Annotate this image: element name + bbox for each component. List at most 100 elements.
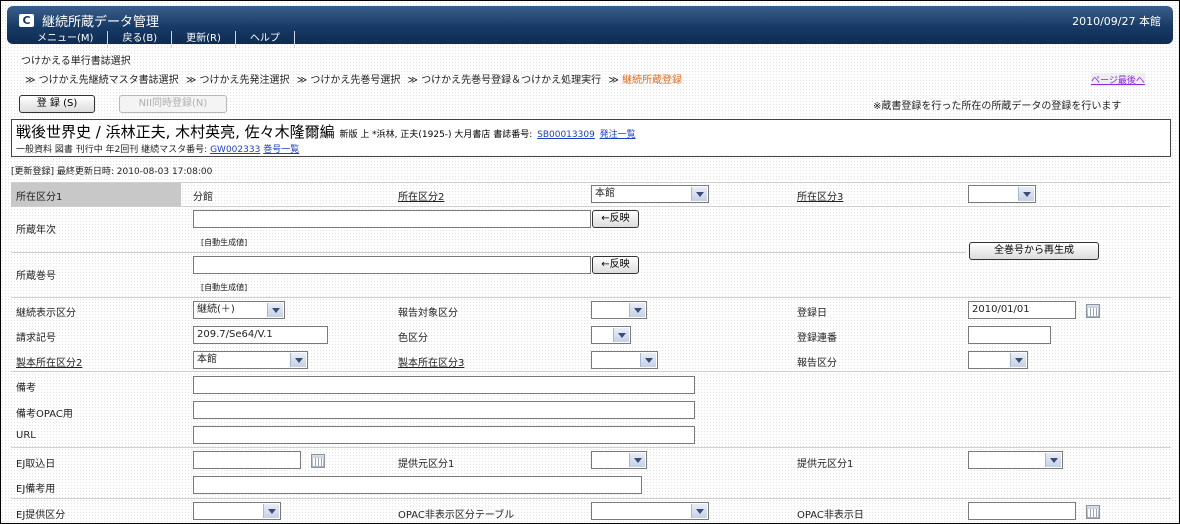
title-bar: C 継続所蔵データ管理 2010/09/27 本館 メニュー(M) 戻る(B) … — [7, 6, 1173, 48]
url-input[interactable] — [193, 426, 695, 444]
year-label: 所蔵年次 — [16, 225, 56, 236]
call-no-label: 請求記号 — [16, 333, 56, 344]
location1-label: 所在区分1 — [16, 192, 63, 203]
bib-title: 戦後世界史 / 浜林正夫, 木村英亮, 佐々木隆爾編 — [16, 123, 335, 141]
order-list-link[interactable]: 発注一覧 — [600, 130, 636, 140]
reg-serial-input[interactable] — [968, 326, 1051, 344]
menu-item-update[interactable]: 更新(R) — [172, 31, 236, 48]
reg-serial-label: 登録連番 — [797, 333, 837, 344]
url-label: URL — [16, 430, 36, 441]
location3-select[interactable] — [968, 185, 1036, 203]
ej-note-input[interactable] — [193, 476, 642, 494]
call-no-input[interactable]: 209.7/Se64/V.1 — [193, 326, 328, 344]
volume-auto-note: [自動生成値] — [201, 283, 248, 292]
calendar-icon[interactable] — [1086, 304, 1100, 318]
provider1b-select[interactable] — [968, 451, 1063, 469]
chevron-down-icon — [691, 187, 707, 201]
provider1-label: 提供元区分1 — [398, 459, 455, 470]
bib-title-line: 戦後世界史 / 浜林正夫, 木村英亮, 佐々木隆爾編 新版 上 *浜林, 正夫(… — [16, 121, 636, 142]
regen-button[interactable]: 全巻号から再生成 — [969, 242, 1099, 260]
chevron-down-icon — [629, 453, 645, 467]
location2-selected: 本館 — [595, 188, 615, 199]
breadcrumb-item-order[interactable]: つけかえ先発注選択 — [200, 75, 290, 86]
chevron-down-icon — [290, 353, 306, 367]
volume-reflect-button[interactable]: ←反映 — [592, 256, 639, 274]
chevron-down-icon — [1045, 453, 1061, 467]
chevron-down-icon — [263, 504, 279, 518]
provider1-select[interactable] — [591, 451, 647, 469]
location3-label[interactable]: 所在区分3 — [797, 188, 843, 203]
chevron-down-icon — [640, 353, 656, 367]
chevron-down-icon — [1010, 353, 1026, 367]
year-reflect-button[interactable]: ←反映 — [592, 210, 639, 228]
year-auto-note: [自動生成値] — [201, 238, 248, 247]
update-info: [更新登録] 最終更新日時: 2010-08-03 17:08:00 — [11, 167, 213, 177]
menu-item-menu[interactable]: メニュー(M) — [13, 31, 109, 48]
reg-date-input[interactable]: 2010/01/01 — [968, 301, 1076, 319]
ej-provide-label: EJ提供区分 — [16, 510, 66, 521]
bind-loc2-label[interactable]: 製本所在区分2 — [16, 354, 82, 369]
bind-loc3-select[interactable] — [591, 351, 658, 369]
note-opac-input[interactable] — [193, 401, 695, 419]
menu-bar: メニュー(M) 戻る(B) 更新(R) ヘルプ — [13, 31, 295, 48]
location2-select[interactable]: 本館 — [591, 185, 709, 203]
provider1b-label: 提供元区分1 — [797, 459, 854, 470]
note-label: 備考 — [16, 383, 36, 394]
color-select[interactable] — [591, 326, 631, 344]
report-select[interactable] — [968, 351, 1028, 369]
volume-input[interactable] — [193, 256, 591, 274]
bind-loc2-selected: 本館 — [197, 354, 217, 365]
ej-date-label: EJ取込日 — [16, 459, 56, 470]
ej-date-input[interactable] — [193, 451, 301, 469]
year-input[interactable] — [193, 210, 591, 228]
breadcrumb-sep: ≫ — [407, 75, 418, 86]
opac-hide-table-label: OPAC非表示区分テーブル — [398, 510, 515, 521]
bib-no-link[interactable]: SB00013309 — [537, 130, 595, 140]
reg-date-label: 登録日 — [797, 308, 827, 319]
row-divider — [11, 206, 1171, 207]
page-last-link[interactable]: ページ最後へ — [1091, 73, 1145, 86]
chevron-down-icon — [629, 303, 645, 317]
calendar-icon[interactable] — [1086, 505, 1100, 519]
opac-hide-date-input[interactable] — [968, 502, 1076, 520]
volume-label: 所蔵巻号 — [16, 271, 56, 282]
report-target-select[interactable] — [591, 301, 647, 319]
menu-item-back[interactable]: 戻る(B) — [108, 31, 173, 48]
ej-provide-select[interactable] — [193, 502, 281, 520]
app-logo-icon: C — [19, 14, 34, 27]
display-select[interactable]: 継続(＋) — [193, 301, 285, 319]
chevron-down-icon — [267, 303, 283, 317]
bind-loc3-label[interactable]: 製本所在区分3 — [398, 354, 464, 369]
breadcrumb-sep: ≫ — [296, 75, 308, 86]
calendar-icon[interactable] — [311, 454, 325, 468]
master-no-link[interactable]: GW002333 — [210, 145, 260, 155]
location1-value: 分館 — [193, 192, 213, 203]
row-divider — [11, 297, 1171, 298]
bind-loc2-select[interactable]: 本館 — [193, 351, 308, 369]
register-button[interactable]: 登 録 (S) — [19, 95, 95, 113]
breadcrumb-current: 継続所蔵登録 — [622, 75, 683, 86]
bib-info-box: 戦後世界史 / 浜林正夫, 木村英亮, 佐々木隆爾編 新版 上 *浜林, 正夫(… — [11, 119, 1171, 157]
breadcrumb-sep: ≫ — [608, 75, 619, 86]
breadcrumb-item-volume[interactable]: つけかえ先巻号選択 — [310, 75, 400, 86]
breadcrumb-item-master[interactable]: つけかえ先継続マスタ書誌選択 — [39, 75, 179, 86]
display-selected: 継続(＋) — [197, 304, 235, 315]
note-opac-label: 備考OPAC用 — [16, 409, 73, 420]
nii-register-button[interactable]: NII同時登録(N) — [119, 95, 227, 113]
location2-label[interactable]: 所在区分2 — [398, 188, 444, 203]
app-title: 継続所蔵データ管理 — [42, 15, 160, 30]
breadcrumb-item-register[interactable]: つけかえ先巻号登録＆つけかえ処理実行 — [421, 75, 601, 86]
report-label: 報告区分 — [797, 358, 837, 369]
ej-note-label: EJ備考用 — [16, 484, 56, 495]
bib-line2: 一般資料 図書 刊行中 年2回刊 継続マスタ番号: GW002333 巻号一覧 — [16, 142, 299, 155]
chevron-down-icon — [613, 328, 629, 342]
opac-hide-table-select[interactable] — [591, 502, 709, 520]
row-divider — [11, 498, 1171, 499]
volume-list-link[interactable]: 巻号一覧 — [263, 145, 299, 155]
bib-sub: 新版 上 *浜林, 正夫(1925-) 大月書店 書誌番号: — [339, 130, 533, 140]
breadcrumb-sep: ≫ — [25, 75, 36, 86]
row-divider — [11, 371, 1171, 372]
date-location: 2010/09/27 本館 — [1072, 15, 1161, 28]
menu-item-help[interactable]: ヘルプ — [236, 31, 295, 48]
note-input[interactable] — [193, 376, 695, 394]
